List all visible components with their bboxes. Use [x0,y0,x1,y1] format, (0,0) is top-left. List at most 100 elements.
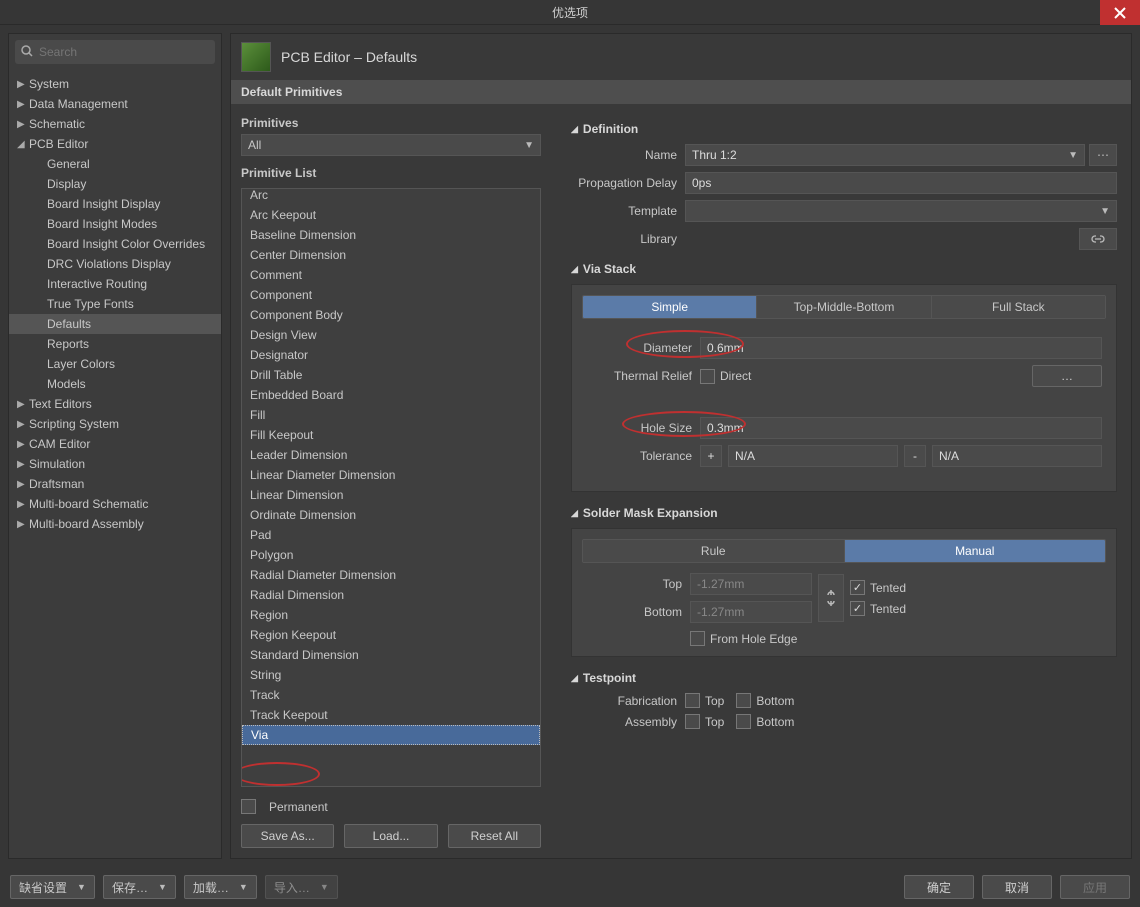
primitive-item[interactable]: Linear Dimension [242,485,540,505]
expand-icon: ▶ [17,459,29,470]
primitive-item[interactable]: Track [242,685,540,705]
propagation-delay-field[interactable] [685,172,1117,194]
nav-item-display[interactable]: Display [9,174,221,194]
primitive-item[interactable]: Track Keepout [242,705,540,725]
primitive-item[interactable]: Radial Diameter Dimension [242,565,540,585]
close-button[interactable] [1100,0,1140,25]
load-button[interactable]: Load... [344,824,437,848]
via-stack-header[interactable]: ◢Via Stack [571,262,1117,276]
primitive-list[interactable]: ArcArc KeepoutBaseline DimensionCenter D… [241,188,541,787]
primitive-item[interactable]: Drill Table [242,365,540,385]
ok-button[interactable]: 确定 [904,875,974,899]
name-more-button[interactable]: ⋯ [1089,144,1117,166]
diameter-field[interactable] [700,337,1102,359]
import-dropdown[interactable]: 导入…▼ [265,875,338,899]
name-field[interactable]: Thru 1:2▼ [685,144,1085,166]
cancel-button[interactable]: 取消 [982,875,1052,899]
nav-item-pcb-editor[interactable]: ◢PCB Editor [9,134,221,154]
nav-item-layer-colors[interactable]: Layer Colors [9,354,221,374]
search-input[interactable] [39,45,209,59]
primitive-item[interactable]: Fill [242,405,540,425]
hole-size-field[interactable] [700,417,1102,439]
primitive-item[interactable]: Polygon [242,545,540,565]
nav-item-simulation[interactable]: ▶Simulation [9,454,221,474]
primitive-item[interactable]: Component [242,285,540,305]
permanent-checkbox[interactable] [241,799,256,814]
asm-top-checkbox[interactable] [685,714,700,729]
nav-item-true-type-fonts[interactable]: True Type Fonts [9,294,221,314]
defaults-dropdown[interactable]: 缺省设置▼ [10,875,95,899]
nav-item-data-management[interactable]: ▶Data Management [9,94,221,114]
nav-item-text-editors[interactable]: ▶Text Editors [9,394,221,414]
definition-header[interactable]: ◢Definition [571,122,1117,136]
solder-tab-manual[interactable]: Manual [845,540,1106,562]
primitive-item[interactable]: Fill Keepout [242,425,540,445]
fab-top-checkbox[interactable] [685,693,700,708]
primitive-item[interactable]: Leader Dimension [242,445,540,465]
direct-checkbox[interactable] [700,369,715,384]
primitive-item[interactable]: String [242,665,540,685]
primitive-item[interactable]: Center Dimension [242,245,540,265]
solder-mask-header[interactable]: ◢Solder Mask Expansion [571,506,1117,520]
nav-item-multi-board-assembly[interactable]: ▶Multi-board Assembly [9,514,221,534]
tented-top-checkbox[interactable]: ✓ [850,580,865,595]
nav-item-general[interactable]: General [9,154,221,174]
tented-bottom-checkbox[interactable]: ✓ [850,601,865,616]
from-hole-edge-label: From Hole Edge [710,632,797,646]
solder-tab-rule[interactable]: Rule [583,540,845,562]
nav-item-board-insight-color-overrides[interactable]: Board Insight Color Overrides [9,234,221,254]
primitive-item[interactable]: Standard Dimension [242,645,540,665]
primitive-item[interactable]: Designator [242,345,540,365]
tolerance-minus-field[interactable]: N/A [932,445,1102,467]
via-stack-tab-full-stack[interactable]: Full Stack [932,296,1105,318]
fab-bottom-checkbox[interactable] [736,693,751,708]
via-stack-tab-top-middle-bottom[interactable]: Top-Middle-Bottom [757,296,931,318]
tolerance-plus-field[interactable]: N/A [728,445,898,467]
nav-item-board-insight-display[interactable]: Board Insight Display [9,194,221,214]
from-hole-edge-checkbox[interactable] [690,631,705,646]
nav-item-defaults[interactable]: Defaults [9,314,221,334]
primitive-item[interactable]: Radial Dimension [242,585,540,605]
asm-bottom-checkbox[interactable] [736,714,751,729]
link-values-button[interactable] [818,574,844,622]
primitive-item[interactable]: Component Body [242,305,540,325]
load-dropdown[interactable]: 加载…▼ [184,875,257,899]
nav-item-reports[interactable]: Reports [9,334,221,354]
primitive-item[interactable]: Baseline Dimension [242,225,540,245]
apply-button[interactable]: 应用 [1060,875,1130,899]
save-as-button[interactable]: Save As... [241,824,334,848]
primitive-item[interactable]: Design View [242,325,540,345]
primitive-item[interactable]: Arc [242,188,540,205]
nav-item-label: Scripting System [29,417,119,431]
nav-item-multi-board-schematic[interactable]: ▶Multi-board Schematic [9,494,221,514]
nav-item-interactive-routing[interactable]: Interactive Routing [9,274,221,294]
primitive-item[interactable]: Embedded Board [242,385,540,405]
primitive-item[interactable]: Pad [242,525,540,545]
nav-item-board-insight-modes[interactable]: Board Insight Modes [9,214,221,234]
save-dropdown[interactable]: 保存…▼ [103,875,176,899]
testpoint-header[interactable]: ◢Testpoint [571,671,1117,685]
primitive-item[interactable]: Comment [242,265,540,285]
expand-icon: ◢ [17,139,29,150]
primitives-filter[interactable]: All ▼ [241,134,541,156]
nav-item-models[interactable]: Models [9,374,221,394]
primitive-item[interactable]: Via [242,725,540,745]
nav-item-draftsman[interactable]: ▶Draftsman [9,474,221,494]
nav-item-drc-violations-display[interactable]: DRC Violations Display [9,254,221,274]
library-link-button[interactable] [1079,228,1117,250]
nav-item-cam-editor[interactable]: ▶CAM Editor [9,434,221,454]
reset-all-button[interactable]: Reset All [448,824,541,848]
primitive-item[interactable]: Arc Keepout [242,205,540,225]
via-stack-tab-simple[interactable]: Simple [583,296,757,318]
primitive-item[interactable]: Ordinate Dimension [242,505,540,525]
primitive-item[interactable]: Region Keepout [242,625,540,645]
nav-item-label: Draftsman [29,477,84,491]
thermal-more-button[interactable]: … [1032,365,1102,387]
template-field[interactable]: ▼ [685,200,1117,222]
nav-item-schematic[interactable]: ▶Schematic [9,114,221,134]
search-box[interactable] [15,40,215,64]
nav-item-system[interactable]: ▶System [9,74,221,94]
primitive-item[interactable]: Region [242,605,540,625]
nav-item-scripting-system[interactable]: ▶Scripting System [9,414,221,434]
primitive-item[interactable]: Linear Diameter Dimension [242,465,540,485]
